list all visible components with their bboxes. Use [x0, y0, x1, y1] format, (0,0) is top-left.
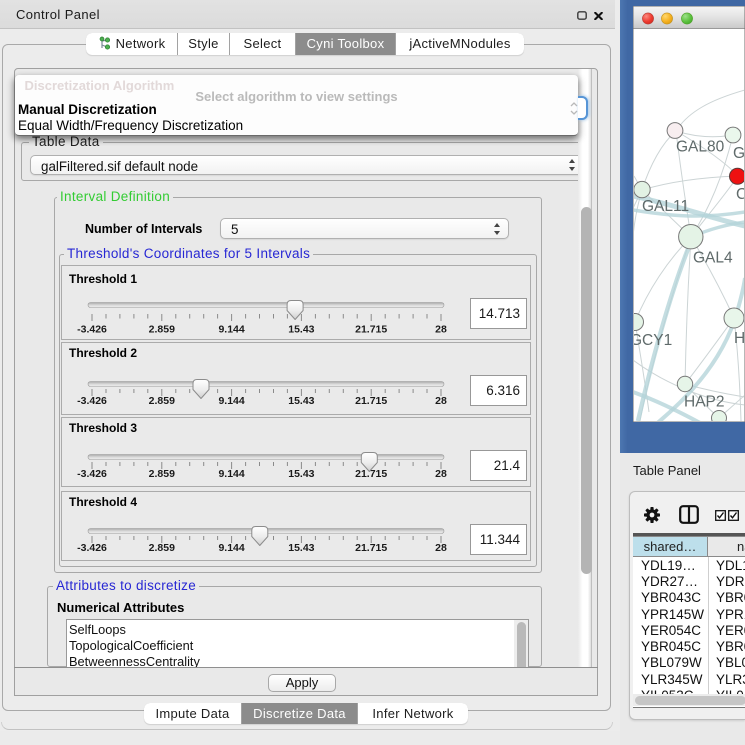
- svg-text:15.43: 15.43: [288, 542, 314, 554]
- svg-text:9.144: 9.144: [218, 324, 244, 336]
- svg-text:9.144: 9.144: [218, 468, 244, 480]
- svg-text:-3.426: -3.426: [77, 468, 107, 480]
- svg-text:21.715: 21.715: [355, 324, 387, 336]
- svg-text:9.144: 9.144: [218, 542, 244, 554]
- svg-text:GAL4: GAL4: [693, 250, 733, 267]
- svg-text:28: 28: [435, 324, 447, 336]
- svg-text:2.859: 2.859: [149, 395, 175, 407]
- svg-text:28: 28: [435, 542, 447, 554]
- svg-text:15.43: 15.43: [288, 324, 314, 336]
- svg-text:2.859: 2.859: [149, 542, 175, 554]
- svg-text:GAL80: GAL80: [676, 139, 725, 156]
- svg-text:C: C: [736, 186, 745, 203]
- svg-text:28: 28: [435, 468, 447, 480]
- svg-text:21.715: 21.715: [355, 395, 387, 407]
- svg-text:GCY1: GCY1: [633, 332, 672, 349]
- svg-text:HAP2: HAP2: [684, 394, 725, 411]
- svg-text:15.43: 15.43: [288, 395, 314, 407]
- svg-text:2.859: 2.859: [149, 324, 175, 336]
- svg-text:28: 28: [435, 395, 447, 407]
- svg-text:H: H: [734, 330, 745, 347]
- svg-text:21.715: 21.715: [355, 542, 387, 554]
- svg-text:15.43: 15.43: [288, 468, 314, 480]
- svg-text:-3.426: -3.426: [77, 395, 107, 407]
- svg-text:GAL11: GAL11: [642, 198, 689, 215]
- svg-text:9.144: 9.144: [218, 395, 244, 407]
- svg-text:2.859: 2.859: [149, 468, 175, 480]
- svg-text:-3.426: -3.426: [77, 542, 107, 554]
- svg-text:GA: GA: [733, 145, 745, 162]
- svg-text:-3.426: -3.426: [77, 324, 107, 336]
